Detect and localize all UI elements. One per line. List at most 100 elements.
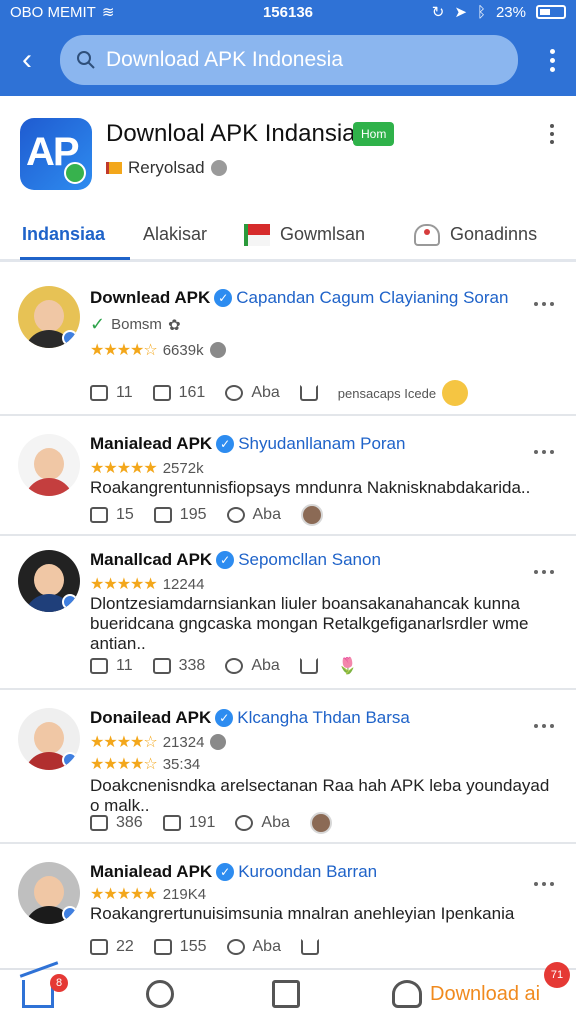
- kebab-dot: [549, 57, 555, 63]
- verified-check-icon: ✓: [214, 289, 233, 307]
- repost-icon: [153, 507, 172, 523]
- post-more-button[interactable]: [534, 302, 554, 306]
- share-icon: [299, 385, 318, 401]
- inbox-icon: [272, 980, 300, 1008]
- list-item[interactable]: Manialead APK ✓ Shyudanllanam Poran ★★★★…: [0, 418, 576, 536]
- battery-icon: [535, 5, 566, 19]
- like-button[interactable]: Aba: [225, 384, 280, 402]
- avatar-face: [34, 722, 64, 754]
- repost-button[interactable]: 191: [162, 814, 215, 832]
- reply-button[interactable]: 11: [90, 657, 133, 675]
- reply-button[interactable]: 11: [90, 384, 133, 402]
- like-button[interactable]: Aba: [226, 938, 281, 956]
- share-button[interactable]: [299, 385, 318, 401]
- nav-download[interactable]: Download ai: [392, 980, 540, 1008]
- overflow-menu-button[interactable]: [542, 48, 562, 72]
- avatar[interactable]: [18, 862, 80, 924]
- tab-indansiaa[interactable]: Indansiaa: [19, 224, 131, 260]
- avatar-face: [34, 876, 64, 908]
- developer-icon: [106, 162, 122, 174]
- like-button[interactable]: Aba: [225, 657, 280, 675]
- star-rating-icon: ★★★★☆: [90, 342, 158, 359]
- post-handle[interactable]: Kuroondan Barran: [238, 862, 377, 882]
- more-dot: [542, 450, 546, 454]
- kebab-dot: [550, 140, 554, 144]
- back-button[interactable]: ‹: [14, 40, 40, 80]
- reply-icon: [90, 507, 108, 523]
- search-box[interactable]: [60, 35, 518, 85]
- reply-button[interactable]: 15: [90, 506, 134, 524]
- post-rating: ★★★★☆ 21324: [90, 732, 227, 752]
- like-button[interactable]: Aba: [235, 814, 290, 832]
- developer-row[interactable]: Reryolsad: [106, 158, 227, 178]
- star-rating-icon: ★★★★★: [90, 576, 158, 593]
- post-subtitle: Bomsm: [111, 316, 162, 333]
- reply-count: 11: [116, 657, 133, 674]
- post-author[interactable]: Donailead APK: [90, 708, 211, 728]
- post-author[interactable]: Manialead APK: [90, 434, 212, 454]
- nav-inbox[interactable]: [272, 980, 300, 1008]
- kebab-dot: [550, 124, 554, 128]
- heart-icon: [226, 507, 245, 523]
- list-item[interactable]: Downlead APK ✓ Capandan Cagum Clayianing…: [0, 268, 576, 416]
- share-button[interactable]: [300, 939, 319, 955]
- post-header: Manialead APK ✓ Kuroondan Barran: [90, 862, 377, 882]
- post-handle[interactable]: Shyudanllanam Poran: [238, 434, 405, 454]
- post-more-button[interactable]: [534, 882, 554, 886]
- search-input[interactable]: [106, 48, 466, 72]
- avatar[interactable]: [18, 708, 80, 770]
- repost-button[interactable]: 155: [153, 938, 207, 956]
- heart-icon: [225, 658, 244, 674]
- nav-search[interactable]: [146, 980, 174, 1008]
- mini-avatar-icon: [309, 812, 332, 834]
- verified-icon: [62, 906, 78, 922]
- list-item[interactable]: Manialead APK ✓ Kuroondan Barran ★★★★★ 2…: [0, 846, 576, 970]
- header-menu-button[interactable]: [550, 124, 554, 144]
- repost-count: 195: [179, 506, 207, 523]
- post-author[interactable]: Downlead APK: [90, 288, 210, 308]
- tab-alakisar[interactable]: Alakisar: [143, 224, 207, 245]
- flag-icon: [244, 223, 270, 246]
- app-header: AP Downloal APK Indansia Hom Reryolsad: [0, 100, 576, 210]
- post-header: Downlead APK ✓ Capandan Cagum Clayianing…: [90, 288, 508, 308]
- repost-button[interactable]: 161: [152, 384, 205, 402]
- sticker-icon: 🌷: [337, 658, 358, 675]
- repost-button[interactable]: 338: [152, 657, 205, 675]
- verified-check-icon: ✓: [216, 863, 235, 881]
- verified-icon: [62, 752, 78, 768]
- avatar[interactable]: [18, 286, 80, 348]
- more-dot: [550, 724, 554, 728]
- avatar[interactable]: [18, 550, 80, 612]
- post-actions: 15 195 Aba: [90, 504, 323, 526]
- post-author[interactable]: Manialead APK: [90, 862, 212, 882]
- tab-label: Gonadinns: [450, 224, 538, 244]
- list-item[interactable]: Donailead APK ✓ Klcangha Thdan Barsa ★★★…: [0, 692, 576, 844]
- share-button[interactable]: [299, 658, 318, 674]
- reply-button[interactable]: 386: [90, 814, 143, 832]
- tab-gowmlsan[interactable]: Gowmlsan: [244, 223, 365, 246]
- avatar[interactable]: [18, 434, 80, 496]
- download-badge: 71: [544, 962, 570, 988]
- kebab-dot: [549, 48, 555, 54]
- post-more-button[interactable]: [534, 450, 554, 454]
- post-author[interactable]: Manallcad APK: [90, 550, 212, 570]
- repost-button[interactable]: 195: [153, 506, 207, 524]
- star-rating-icon: ★★★★★: [90, 886, 158, 903]
- post-handle[interactable]: Klcangha Thdan Barsa: [237, 708, 410, 728]
- nav-home[interactable]: 8: [22, 974, 68, 1008]
- post-more-button[interactable]: [534, 570, 554, 574]
- list-item[interactable]: Manallcad APK ✓ Sepomcllan Sanon ★★★★★ 1…: [0, 538, 576, 690]
- tab-gonadinns[interactable]: Gonadinns: [414, 223, 538, 246]
- developer-badge-icon: [210, 160, 227, 176]
- bluetooth-icon: ᛒ: [476, 3, 486, 21]
- post-rating: ★★★★★ 2572k: [90, 458, 204, 478]
- tab-bar: Indansiaa Alakisar Gowmlsan Gonadinns: [0, 210, 576, 262]
- like-count: Aba: [252, 938, 281, 955]
- post-handle[interactable]: Capandan Cagum Clayianing Soran: [236, 288, 508, 308]
- post-more-button[interactable]: [534, 724, 554, 728]
- reply-button[interactable]: 22: [90, 938, 134, 956]
- verified-icon: [62, 330, 78, 346]
- like-button[interactable]: Aba: [226, 506, 281, 524]
- like-count: Aba: [252, 506, 281, 523]
- post-handle[interactable]: Sepomcllan Sanon: [238, 550, 381, 570]
